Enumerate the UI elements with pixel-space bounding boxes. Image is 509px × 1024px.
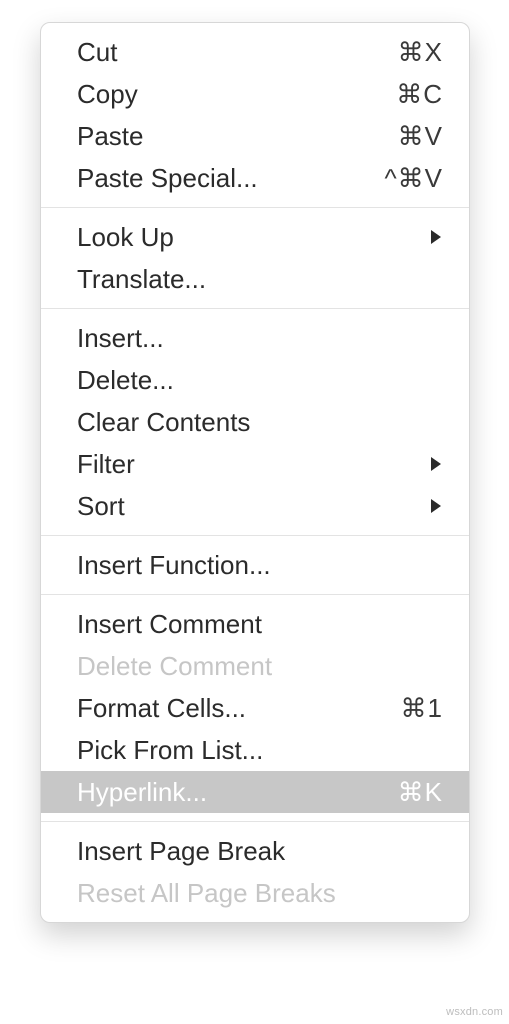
menu-item-label: Insert Page Break xyxy=(77,838,443,864)
menu-item-shortcut: ⌘1 xyxy=(401,695,443,721)
menu-item-label: Pick From List... xyxy=(77,737,443,763)
menu-item-insert-comment[interactable]: Insert Comment xyxy=(41,603,469,645)
submenu-arrow-icon xyxy=(429,229,443,245)
menu-item-label: Insert Comment xyxy=(77,611,443,637)
menu-item-insert-function[interactable]: Insert Function... xyxy=(41,544,469,586)
menu-item-clear-contents[interactable]: Clear Contents xyxy=(41,401,469,443)
menu-item-insert[interactable]: Insert... xyxy=(41,317,469,359)
menu-item-reset-all-page-breaks: Reset All Page Breaks xyxy=(41,872,469,914)
menu-item-label: Insert... xyxy=(77,325,443,351)
menu-separator xyxy=(41,821,469,822)
menu-separator xyxy=(41,207,469,208)
menu-item-pick-from-list[interactable]: Pick From List... xyxy=(41,729,469,771)
menu-item-label: Look Up xyxy=(77,224,421,250)
menu-item-label: Cut xyxy=(77,39,398,65)
menu-item-filter[interactable]: Filter xyxy=(41,443,469,485)
menu-item-delete[interactable]: Delete... xyxy=(41,359,469,401)
menu-item-label: Hyperlink... xyxy=(77,779,398,805)
menu-item-delete-comment: Delete Comment xyxy=(41,645,469,687)
menu-item-shortcut: ^⌘V xyxy=(384,165,443,191)
menu-item-paste[interactable]: Paste⌘V xyxy=(41,115,469,157)
menu-item-paste-special[interactable]: Paste Special...^⌘V xyxy=(41,157,469,199)
menu-item-label: Sort xyxy=(77,493,421,519)
menu-item-label: Format Cells... xyxy=(77,695,401,721)
menu-item-label: Reset All Page Breaks xyxy=(77,880,443,906)
menu-item-label: Clear Contents xyxy=(77,409,443,435)
submenu-arrow-icon xyxy=(429,456,443,472)
watermark-text: wsxdn.com xyxy=(446,1006,503,1018)
menu-item-hyperlink[interactable]: Hyperlink...⌘K xyxy=(41,771,469,813)
menu-separator xyxy=(41,308,469,309)
menu-item-translate[interactable]: Translate... xyxy=(41,258,469,300)
menu-item-shortcut: ⌘V xyxy=(398,123,443,149)
menu-item-look-up[interactable]: Look Up xyxy=(41,216,469,258)
menu-item-label: Paste Special... xyxy=(77,165,384,191)
menu-item-label: Copy xyxy=(77,81,396,107)
menu-item-copy[interactable]: Copy⌘C xyxy=(41,73,469,115)
menu-item-label: Insert Function... xyxy=(77,552,443,578)
submenu-arrow-icon xyxy=(429,498,443,514)
menu-item-shortcut: ⌘C xyxy=(396,81,443,107)
menu-item-label: Paste xyxy=(77,123,398,149)
menu-item-sort[interactable]: Sort xyxy=(41,485,469,527)
menu-item-format-cells[interactable]: Format Cells...⌘1 xyxy=(41,687,469,729)
menu-separator xyxy=(41,594,469,595)
menu-item-shortcut: ⌘X xyxy=(398,39,443,65)
menu-item-label: Translate... xyxy=(77,266,443,292)
menu-item-label: Filter xyxy=(77,451,421,477)
context-menu: Cut⌘XCopy⌘CPaste⌘VPaste Special...^⌘VLoo… xyxy=(40,22,470,923)
menu-item-shortcut: ⌘K xyxy=(398,779,443,805)
menu-item-insert-page-break[interactable]: Insert Page Break xyxy=(41,830,469,872)
menu-item-cut[interactable]: Cut⌘X xyxy=(41,31,469,73)
menu-item-label: Delete... xyxy=(77,367,443,393)
menu-item-label: Delete Comment xyxy=(77,653,443,679)
menu-separator xyxy=(41,535,469,536)
